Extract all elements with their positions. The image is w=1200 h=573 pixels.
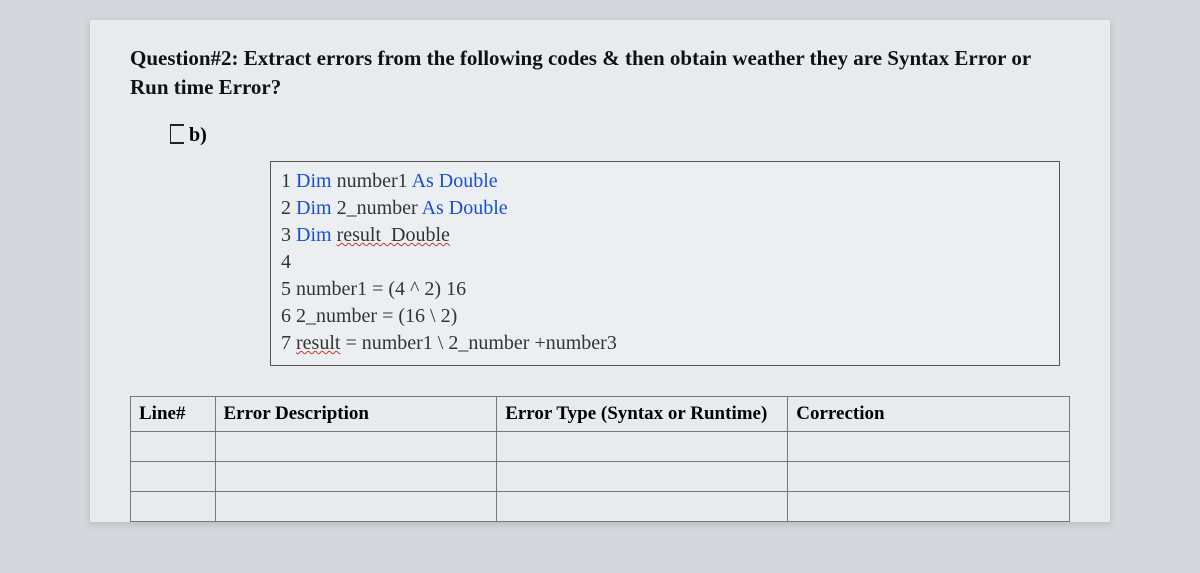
table-cell bbox=[215, 491, 497, 521]
code-line: 4 bbox=[281, 249, 1049, 276]
part-row: b) bbox=[170, 121, 1070, 147]
worksheet-page: Question#2: Extract errors from the foll… bbox=[90, 20, 1110, 522]
line-number: 5 bbox=[281, 278, 296, 300]
header-line: Line# bbox=[131, 396, 216, 431]
header-desc: Error Description bbox=[215, 396, 497, 431]
code-line: 2 Dim 2_number As Double bbox=[281, 195, 1049, 222]
table-cell bbox=[215, 431, 497, 461]
question-heading: Question#2: Extract errors from the foll… bbox=[130, 44, 1070, 103]
code-token: Dim bbox=[296, 224, 337, 246]
line-number: 1 bbox=[281, 170, 296, 192]
table-cell bbox=[131, 491, 216, 521]
code-line: 1 Dim number1 As Double bbox=[281, 168, 1049, 195]
code-box: 1 Dim number1 As Double2 Dim 2_number As… bbox=[270, 161, 1060, 366]
code-token: Dim bbox=[296, 170, 337, 192]
line-number: 2 bbox=[281, 197, 296, 219]
part-label: b) bbox=[189, 124, 207, 147]
line-number: 6 bbox=[281, 305, 296, 327]
code-line: 6 2_number = (16 \ 2) bbox=[281, 303, 1049, 330]
table-cell bbox=[215, 461, 497, 491]
code-token: number1 bbox=[337, 170, 412, 192]
code-line: 3 Dim result Double bbox=[281, 222, 1049, 249]
code-token: 2_number bbox=[337, 197, 422, 219]
code-token: number1 = (4 ^ 2) 16 bbox=[296, 278, 466, 300]
table-cell bbox=[497, 491, 788, 521]
table-header-row: Line# Error Description Error Type (Synt… bbox=[131, 396, 1070, 431]
line-number: 3 bbox=[281, 224, 296, 246]
table-cell bbox=[497, 431, 788, 461]
line-number: 7 bbox=[281, 332, 296, 354]
code-token: 2_number = (16 \ 2) bbox=[296, 305, 457, 327]
table-row bbox=[131, 461, 1070, 491]
table-cell bbox=[131, 431, 216, 461]
code-token: As Double bbox=[412, 170, 498, 192]
line-number: 4 bbox=[281, 251, 296, 273]
table-cell bbox=[788, 491, 1070, 521]
table-row bbox=[131, 491, 1070, 521]
text-cursor-icon bbox=[170, 124, 183, 144]
table-cell bbox=[788, 431, 1070, 461]
question-label: Question#2: bbox=[130, 46, 239, 70]
code-line: 5 number1 = (4 ^ 2) 16 bbox=[281, 276, 1049, 303]
code-token: Dim bbox=[296, 197, 337, 219]
code-token: = number1 \ 2_number +number3 bbox=[340, 332, 616, 354]
question-text: Extract errors from the following codes … bbox=[130, 46, 1031, 99]
table-cell bbox=[788, 461, 1070, 491]
header-type: Error Type (Syntax or Runtime) bbox=[497, 396, 788, 431]
code-token: result bbox=[296, 332, 340, 354]
error-table: Line# Error Description Error Type (Synt… bbox=[130, 396, 1070, 522]
table-row bbox=[131, 431, 1070, 461]
code-line: 7 result = number1 \ 2_number +number3 bbox=[281, 330, 1049, 357]
table-cell bbox=[131, 461, 216, 491]
code-token: result Double bbox=[337, 224, 450, 246]
table-cell bbox=[497, 461, 788, 491]
header-corr: Correction bbox=[788, 396, 1070, 431]
code-token: As Double bbox=[422, 197, 508, 219]
